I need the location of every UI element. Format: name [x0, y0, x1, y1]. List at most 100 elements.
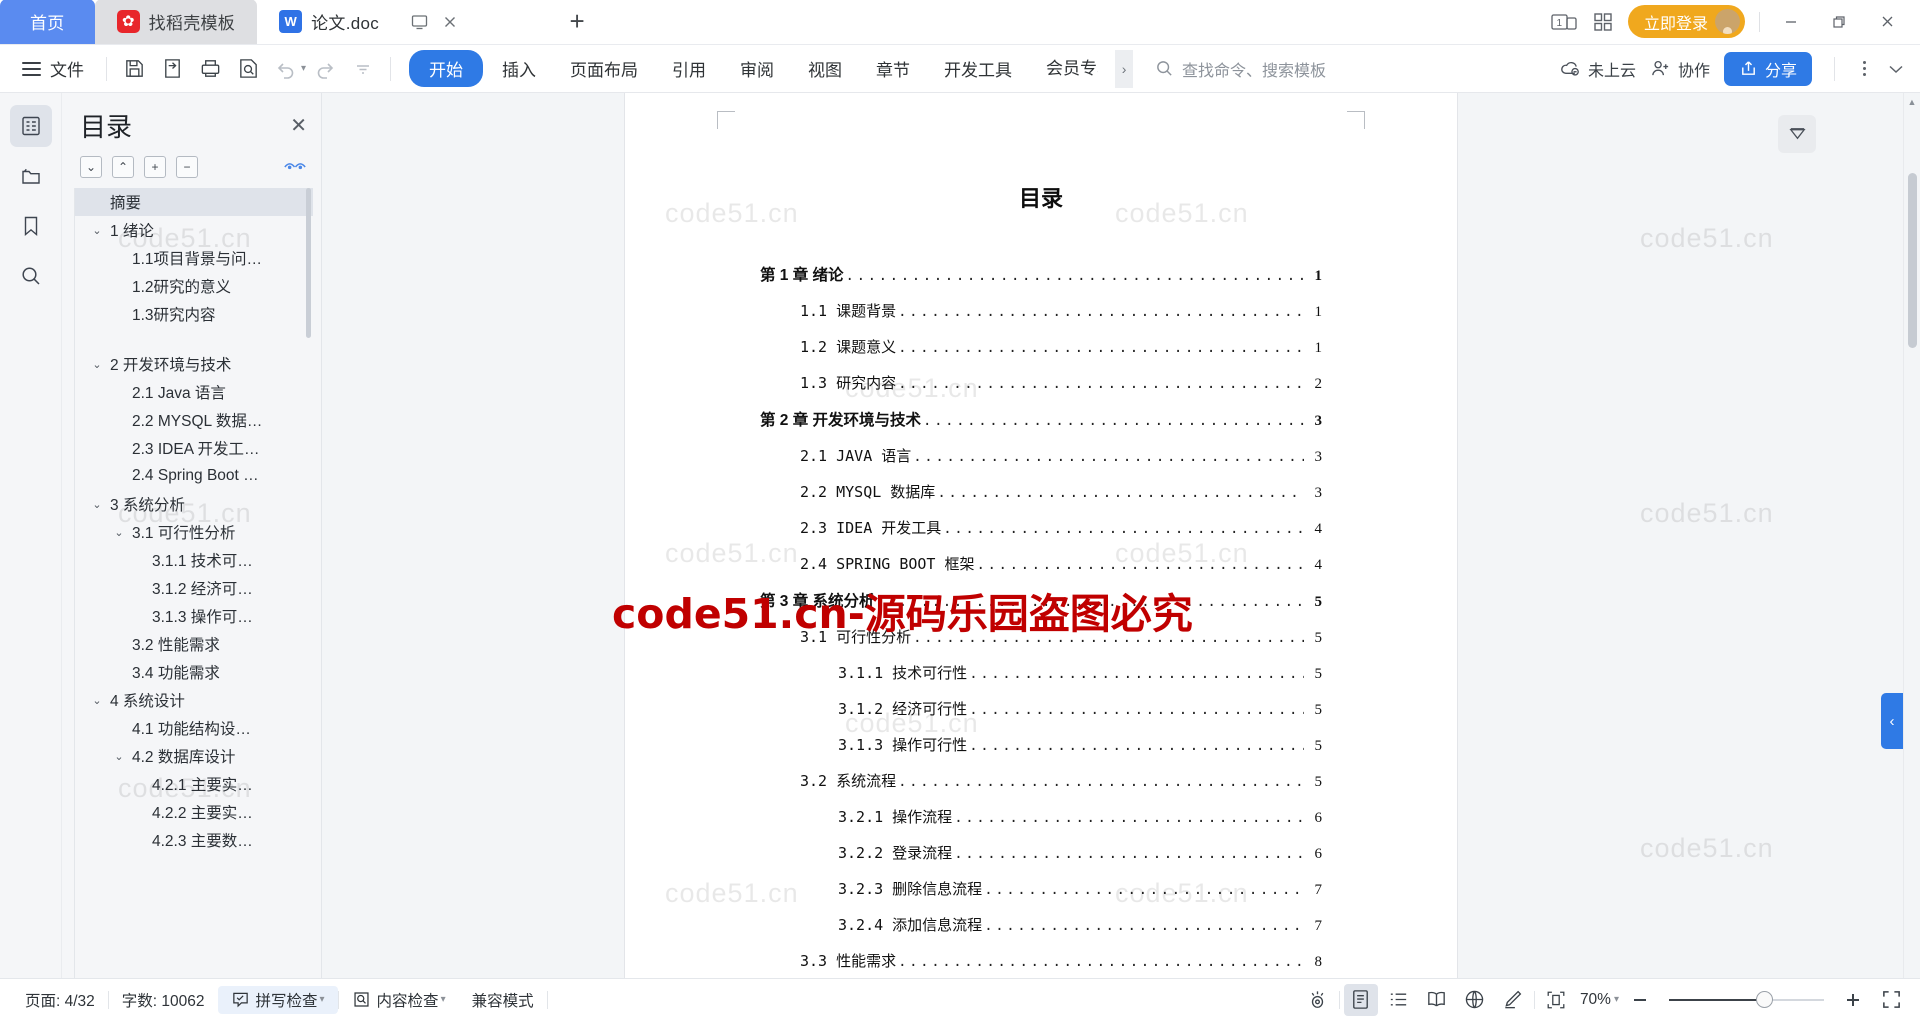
document-toc-entry[interactable]: 3.1.3 操作可行性.............................… — [760, 734, 1322, 755]
toc-item[interactable]: 2.1 Java 语言 — [75, 378, 313, 406]
toc-item[interactable]: ⌄ 4.2 数据库设计 — [75, 742, 313, 770]
toc-item[interactable]: 1.3研究内容 — [75, 300, 313, 328]
content-check-dropdown-icon[interactable]: ▾ — [441, 994, 446, 1005]
toc-item[interactable]: 3.4 功能需求 — [75, 658, 313, 686]
document-scrollbar-thumb[interactable] — [1908, 173, 1917, 348]
save-icon[interactable] — [115, 50, 153, 88]
document-toc-entry[interactable]: 3.2.3 删除信息流程............................… — [760, 878, 1322, 899]
zoom-slider-knob[interactable] — [1755, 991, 1773, 1008]
toc-scrollbar-thumb[interactable] — [306, 188, 311, 338]
toc-item[interactable]: 3.1.1 技术可… — [75, 546, 313, 574]
toc-item[interactable]: 3.2 性能需求 — [75, 630, 313, 658]
spellcheck-button[interactable]: 拼写检查 ▾ — [217, 985, 338, 1014]
toc-item[interactable]: ⌄ 3 系统分析 — [75, 490, 313, 518]
folder-panel-icon[interactable] — [10, 155, 52, 197]
login-button[interactable]: 立即登录 — [1627, 5, 1745, 38]
toc-item[interactable]: ⌄ 1 绪论 — [75, 216, 313, 244]
document-toc-entry[interactable]: 3.2.2 登录流程..............................… — [760, 842, 1322, 863]
chevron-down-icon[interactable]: ⌄ — [89, 498, 105, 511]
print-preview-icon[interactable] — [229, 50, 267, 88]
chevron-down-icon[interactable]: ⌄ — [89, 358, 105, 371]
page-view-icon[interactable] — [1343, 983, 1378, 1016]
document-toc-entry[interactable]: 3.1.1 技术可行性.............................… — [760, 662, 1322, 683]
ribbon-tab-member[interactable]: 会员专享 — [1031, 48, 1113, 90]
minimize-button[interactable] — [1774, 6, 1808, 38]
redo-icon[interactable] — [306, 50, 344, 88]
ribbon-tab-insert[interactable]: 插入 — [487, 50, 551, 87]
ribbon-tabs-overflow-icon[interactable]: › — [1115, 49, 1134, 88]
zoom-dropdown-icon[interactable]: ▾ — [1614, 994, 1619, 1005]
outline-view-icon[interactable] — [1382, 984, 1416, 1016]
maximize-button[interactable] — [1822, 6, 1856, 38]
collapse-up-button[interactable]: ⌃ — [112, 156, 134, 178]
collaborate-button[interactable]: 协作 — [1650, 57, 1710, 81]
tab-document[interactable]: W 论文.doc — [257, 0, 558, 44]
cloud-status-button[interactable]: 未上云 — [1560, 57, 1636, 81]
toc-item[interactable]: ⌄ 2 开发环境与技术 — [75, 350, 313, 378]
ribbon-tab-references[interactable]: 引用 — [657, 50, 721, 87]
toc-item[interactable]: 3.1.2 经济可… — [75, 574, 313, 602]
tab-home[interactable]: 首页 — [0, 0, 95, 44]
word-count-indicator[interactable]: 字数: 10062 — [109, 989, 218, 1011]
toc-item-list[interactable]: 摘要 ⌄ 1 绪论 1.1项目背景与问… 1.2研究的意义 1.3研究内容 ⌄ 2 开发环境与… — [74, 188, 313, 978]
document-toc-entry[interactable]: 3.2 系统流程................................… — [760, 770, 1322, 791]
toc-item[interactable]: 2.3 IDEA 开发工… — [75, 434, 313, 462]
collapse-all-button[interactable]: − — [176, 156, 198, 178]
search-panel-icon[interactable] — [10, 255, 52, 297]
reading-layout-icon[interactable] — [1420, 984, 1454, 1016]
window-count-icon[interactable]: 1 — [1550, 11, 1578, 33]
document-toc-entry[interactable]: 3.1.2 经济可行性.............................… — [760, 698, 1322, 719]
toc-item[interactable]: 4.2.3 主要数… — [75, 826, 313, 854]
fullscreen-icon[interactable] — [1874, 984, 1908, 1016]
toc-item[interactable]: 摘要 — [75, 188, 313, 216]
zoom-slider[interactable] — [1669, 991, 1824, 1008]
document-toc-entry[interactable]: 第 3 章 系统分析..............................… — [760, 589, 1322, 611]
expand-all-button[interactable]: + — [144, 156, 166, 178]
chevron-down-icon[interactable]: ⌄ — [111, 526, 127, 539]
ribbon-tab-page-layout[interactable]: 页面布局 — [555, 50, 653, 87]
toc-item[interactable]: ⌄ 3.1 可行性分析 — [75, 518, 313, 546]
document-toc-entry[interactable]: 第 2 章 开发环境与技术...........................… — [760, 408, 1322, 430]
tab-daoke-templates[interactable]: ✿ 找稻壳模板 — [94, 0, 258, 44]
toc-item[interactable]: 4.1 功能结构设… — [75, 714, 313, 742]
ink-annotate-icon[interactable] — [1496, 984, 1530, 1016]
web-layout-icon[interactable] — [1458, 984, 1492, 1016]
collapse-right-panel-button[interactable]: ‹ — [1881, 693, 1903, 749]
document-toc-entry[interactable]: 1.1 课题背景................................… — [760, 300, 1322, 321]
toc-item[interactable]: 4.2.2 主要实… — [75, 798, 313, 826]
toc-item[interactable]: 1.2研究的意义 — [75, 272, 313, 300]
page-indicator[interactable]: 页面: 4/32 — [12, 989, 108, 1011]
collapse-ribbon-icon[interactable] — [1886, 59, 1906, 79]
document-toc-entry[interactable]: 3.2.1 操作流程..............................… — [760, 806, 1322, 827]
document-scrollbar[interactable]: ▲ — [1903, 93, 1920, 978]
document-toc-entry[interactable]: 2.1 JAVA 语言.............................… — [760, 445, 1322, 466]
undo-icon[interactable] — [267, 50, 305, 88]
toc-item[interactable]: ⌄ 4 系统设计 — [75, 686, 313, 714]
ribbon-tab-review[interactable]: 审阅 — [725, 50, 789, 87]
zoom-level-label[interactable]: 70% — [1577, 991, 1614, 1009]
document-canvas[interactable]: 目录 第 1 章 绪论.............................… — [322, 93, 1760, 978]
reading-eye-icon[interactable] — [1301, 984, 1335, 1016]
document-toc-entry[interactable]: 3.3 性能需求................................… — [760, 950, 1322, 971]
share-button[interactable]: 分享 — [1723, 51, 1812, 86]
scroll-up-arrow-icon[interactable]: ▲ — [1904, 93, 1920, 110]
toc-item[interactable]: 2.2 MYSQL 数据… — [75, 406, 313, 434]
document-toc-entry[interactable]: 3.2.4 添加信息流程............................… — [760, 914, 1322, 935]
document-toc-entry[interactable]: 1.2 课题意义................................… — [760, 336, 1322, 357]
file-menu-button[interactable]: 文件 — [14, 56, 98, 81]
toc-close-icon[interactable]: ✕ — [290, 116, 307, 136]
document-toc-entry[interactable]: 第 1 章 绪论................................… — [760, 263, 1322, 285]
toc-item[interactable]: 4.2.1 主要实… — [75, 770, 313, 798]
restore-tab-icon[interactable] — [410, 12, 429, 31]
document-toc-entry[interactable]: 1.3 研究内容................................… — [760, 372, 1322, 393]
spellcheck-dropdown-icon[interactable]: ▾ — [320, 994, 325, 1005]
document-toc-entry[interactable]: 2.2 MYSQL 数据库...........................… — [760, 481, 1322, 502]
toc-item[interactable]: 2.4 Spring Boot … — [75, 462, 313, 490]
content-check-button[interactable]: 内容检查 ▾ — [339, 989, 459, 1011]
document-toc-entry[interactable]: 3.1 可行性分析...............................… — [760, 626, 1322, 647]
document-page[interactable]: 目录 第 1 章 绪论.............................… — [625, 93, 1457, 978]
zoom-out-button[interactable] — [1623, 984, 1657, 1016]
chevron-down-icon[interactable]: ⌄ — [89, 694, 105, 707]
zoom-in-button[interactable] — [1836, 984, 1870, 1016]
navigation-pane-toggle-icon[interactable] — [1778, 115, 1816, 153]
